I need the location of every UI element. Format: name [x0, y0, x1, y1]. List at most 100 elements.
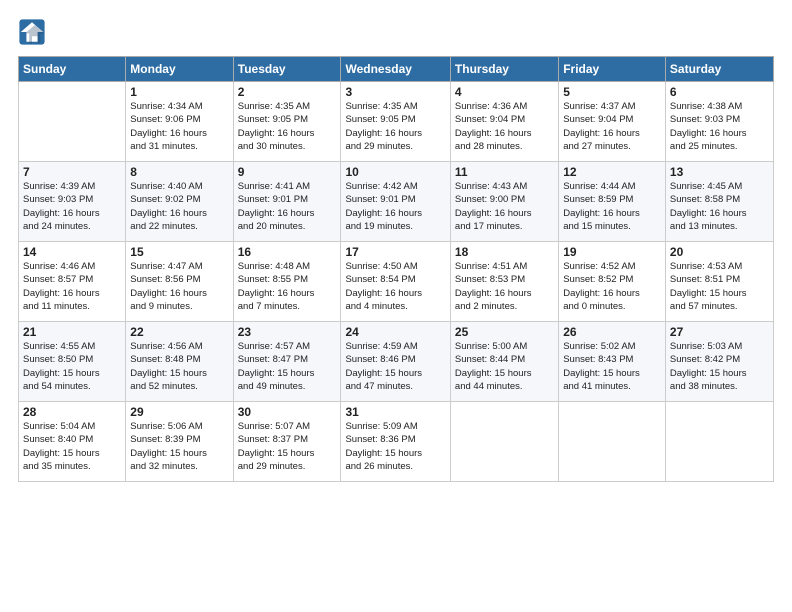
header [18, 18, 774, 46]
week-row-5: 28Sunrise: 5:04 AM Sunset: 8:40 PM Dayli… [19, 402, 774, 482]
day-info: Sunrise: 4:41 AM Sunset: 9:01 PM Dayligh… [238, 180, 337, 233]
day-info: Sunrise: 5:06 AM Sunset: 8:39 PM Dayligh… [130, 420, 228, 473]
day-number: 22 [130, 325, 228, 339]
day-number: 23 [238, 325, 337, 339]
day-number: 26 [563, 325, 661, 339]
week-row-3: 14Sunrise: 4:46 AM Sunset: 8:57 PM Dayli… [19, 242, 774, 322]
calendar-table: SundayMondayTuesdayWednesdayThursdayFrid… [18, 56, 774, 482]
header-cell-monday: Monday [126, 57, 233, 82]
day-info: Sunrise: 5:09 AM Sunset: 8:36 PM Dayligh… [345, 420, 445, 473]
day-number: 18 [455, 245, 554, 259]
day-number: 31 [345, 405, 445, 419]
day-number: 25 [455, 325, 554, 339]
page: SundayMondayTuesdayWednesdayThursdayFrid… [0, 0, 792, 494]
day-cell: 5Sunrise: 4:37 AM Sunset: 9:04 PM Daylig… [559, 82, 666, 162]
day-cell: 1Sunrise: 4:34 AM Sunset: 9:06 PM Daylig… [126, 82, 233, 162]
day-number: 3 [345, 85, 445, 99]
header-cell-tuesday: Tuesday [233, 57, 341, 82]
day-cell: 22Sunrise: 4:56 AM Sunset: 8:48 PM Dayli… [126, 322, 233, 402]
day-info: Sunrise: 4:57 AM Sunset: 8:47 PM Dayligh… [238, 340, 337, 393]
header-cell-saturday: Saturday [665, 57, 773, 82]
calendar-body: 1Sunrise: 4:34 AM Sunset: 9:06 PM Daylig… [19, 82, 774, 482]
day-number: 10 [345, 165, 445, 179]
day-number: 1 [130, 85, 228, 99]
day-cell: 9Sunrise: 4:41 AM Sunset: 9:01 PM Daylig… [233, 162, 341, 242]
day-info: Sunrise: 5:04 AM Sunset: 8:40 PM Dayligh… [23, 420, 121, 473]
day-info: Sunrise: 4:47 AM Sunset: 8:56 PM Dayligh… [130, 260, 228, 313]
day-info: Sunrise: 4:52 AM Sunset: 8:52 PM Dayligh… [563, 260, 661, 313]
day-info: Sunrise: 5:07 AM Sunset: 8:37 PM Dayligh… [238, 420, 337, 473]
day-cell: 3Sunrise: 4:35 AM Sunset: 9:05 PM Daylig… [341, 82, 450, 162]
calendar-header-row: SundayMondayTuesdayWednesdayThursdayFrid… [19, 57, 774, 82]
day-info: Sunrise: 4:37 AM Sunset: 9:04 PM Dayligh… [563, 100, 661, 153]
day-number: 6 [670, 85, 769, 99]
day-number: 7 [23, 165, 121, 179]
header-cell-friday: Friday [559, 57, 666, 82]
day-cell [559, 402, 666, 482]
day-cell [665, 402, 773, 482]
day-number: 21 [23, 325, 121, 339]
day-info: Sunrise: 4:40 AM Sunset: 9:02 PM Dayligh… [130, 180, 228, 233]
day-info: Sunrise: 5:03 AM Sunset: 8:42 PM Dayligh… [670, 340, 769, 393]
header-cell-sunday: Sunday [19, 57, 126, 82]
day-cell: 26Sunrise: 5:02 AM Sunset: 8:43 PM Dayli… [559, 322, 666, 402]
day-cell: 13Sunrise: 4:45 AM Sunset: 8:58 PM Dayli… [665, 162, 773, 242]
day-cell: 11Sunrise: 4:43 AM Sunset: 9:00 PM Dayli… [450, 162, 558, 242]
day-cell: 27Sunrise: 5:03 AM Sunset: 8:42 PM Dayli… [665, 322, 773, 402]
day-cell: 10Sunrise: 4:42 AM Sunset: 9:01 PM Dayli… [341, 162, 450, 242]
day-cell: 8Sunrise: 4:40 AM Sunset: 9:02 PM Daylig… [126, 162, 233, 242]
day-cell: 16Sunrise: 4:48 AM Sunset: 8:55 PM Dayli… [233, 242, 341, 322]
day-info: Sunrise: 5:00 AM Sunset: 8:44 PM Dayligh… [455, 340, 554, 393]
day-cell [450, 402, 558, 482]
day-number: 27 [670, 325, 769, 339]
day-number: 13 [670, 165, 769, 179]
day-info: Sunrise: 4:42 AM Sunset: 9:01 PM Dayligh… [345, 180, 445, 233]
day-info: Sunrise: 5:02 AM Sunset: 8:43 PM Dayligh… [563, 340, 661, 393]
day-number: 24 [345, 325, 445, 339]
day-number: 8 [130, 165, 228, 179]
header-cell-wednesday: Wednesday [341, 57, 450, 82]
day-number: 11 [455, 165, 554, 179]
day-cell: 7Sunrise: 4:39 AM Sunset: 9:03 PM Daylig… [19, 162, 126, 242]
day-info: Sunrise: 4:48 AM Sunset: 8:55 PM Dayligh… [238, 260, 337, 313]
day-info: Sunrise: 4:43 AM Sunset: 9:00 PM Dayligh… [455, 180, 554, 233]
day-info: Sunrise: 4:55 AM Sunset: 8:50 PM Dayligh… [23, 340, 121, 393]
day-info: Sunrise: 4:53 AM Sunset: 8:51 PM Dayligh… [670, 260, 769, 313]
day-info: Sunrise: 4:45 AM Sunset: 8:58 PM Dayligh… [670, 180, 769, 233]
day-number: 16 [238, 245, 337, 259]
day-cell: 15Sunrise: 4:47 AM Sunset: 8:56 PM Dayli… [126, 242, 233, 322]
day-cell: 18Sunrise: 4:51 AM Sunset: 8:53 PM Dayli… [450, 242, 558, 322]
day-number: 15 [130, 245, 228, 259]
day-cell: 25Sunrise: 5:00 AM Sunset: 8:44 PM Dayli… [450, 322, 558, 402]
day-info: Sunrise: 4:34 AM Sunset: 9:06 PM Dayligh… [130, 100, 228, 153]
day-cell: 30Sunrise: 5:07 AM Sunset: 8:37 PM Dayli… [233, 402, 341, 482]
day-cell: 14Sunrise: 4:46 AM Sunset: 8:57 PM Dayli… [19, 242, 126, 322]
day-cell: 2Sunrise: 4:35 AM Sunset: 9:05 PM Daylig… [233, 82, 341, 162]
day-info: Sunrise: 4:44 AM Sunset: 8:59 PM Dayligh… [563, 180, 661, 233]
day-info: Sunrise: 4:56 AM Sunset: 8:48 PM Dayligh… [130, 340, 228, 393]
day-number: 9 [238, 165, 337, 179]
day-info: Sunrise: 4:35 AM Sunset: 9:05 PM Dayligh… [345, 100, 445, 153]
day-info: Sunrise: 4:39 AM Sunset: 9:03 PM Dayligh… [23, 180, 121, 233]
week-row-2: 7Sunrise: 4:39 AM Sunset: 9:03 PM Daylig… [19, 162, 774, 242]
day-info: Sunrise: 4:36 AM Sunset: 9:04 PM Dayligh… [455, 100, 554, 153]
day-number: 17 [345, 245, 445, 259]
day-info: Sunrise: 4:35 AM Sunset: 9:05 PM Dayligh… [238, 100, 337, 153]
day-cell: 24Sunrise: 4:59 AM Sunset: 8:46 PM Dayli… [341, 322, 450, 402]
logo-icon [18, 18, 46, 46]
day-number: 30 [238, 405, 337, 419]
week-row-1: 1Sunrise: 4:34 AM Sunset: 9:06 PM Daylig… [19, 82, 774, 162]
day-cell: 21Sunrise: 4:55 AM Sunset: 8:50 PM Dayli… [19, 322, 126, 402]
day-cell: 6Sunrise: 4:38 AM Sunset: 9:03 PM Daylig… [665, 82, 773, 162]
day-info: Sunrise: 4:51 AM Sunset: 8:53 PM Dayligh… [455, 260, 554, 313]
day-cell: 17Sunrise: 4:50 AM Sunset: 8:54 PM Dayli… [341, 242, 450, 322]
day-number: 20 [670, 245, 769, 259]
day-cell: 19Sunrise: 4:52 AM Sunset: 8:52 PM Dayli… [559, 242, 666, 322]
day-cell: 23Sunrise: 4:57 AM Sunset: 8:47 PM Dayli… [233, 322, 341, 402]
day-number: 14 [23, 245, 121, 259]
day-number: 2 [238, 85, 337, 99]
logo [18, 18, 50, 46]
day-cell [19, 82, 126, 162]
day-number: 4 [455, 85, 554, 99]
day-number: 5 [563, 85, 661, 99]
